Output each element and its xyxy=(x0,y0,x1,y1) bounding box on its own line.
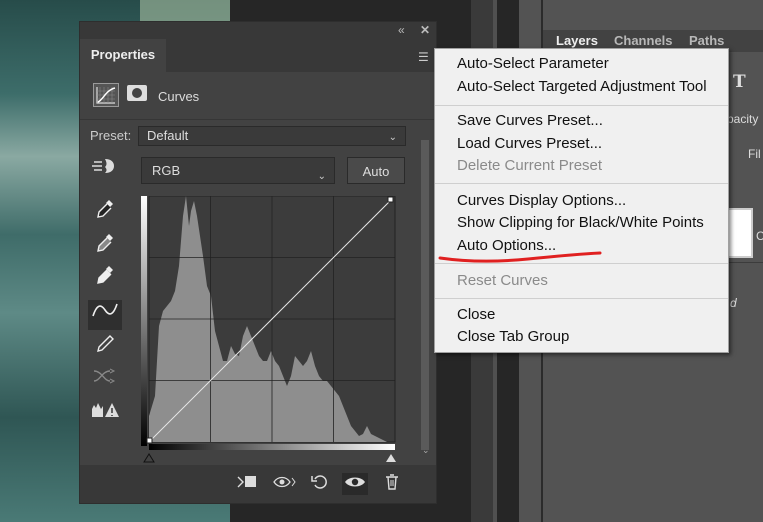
layer-mask-thumbnail[interactable] xyxy=(727,208,753,258)
white-input-slider[interactable] xyxy=(386,454,396,462)
black-point-handle[interactable] xyxy=(146,437,153,444)
scroll-thumb[interactable] xyxy=(421,140,429,450)
fill-label: Fil xyxy=(748,147,761,161)
panel-topbar[interactable] xyxy=(80,22,436,39)
input-gradient xyxy=(149,444,395,450)
menu-separator xyxy=(435,183,728,184)
black-input-slider[interactable] xyxy=(143,453,155,463)
panel-context-menu: Auto-Select Parameter Auto-Select Target… xyxy=(434,48,729,353)
white-eyedropper-icon[interactable] xyxy=(88,264,122,294)
opacity-label: pacity xyxy=(727,112,759,126)
annotation-underline xyxy=(438,251,602,263)
adjustment-name: Curves xyxy=(158,89,200,104)
menu-item-close[interactable]: Close xyxy=(457,306,495,323)
tab-properties[interactable]: Properties xyxy=(80,39,166,72)
properties-panel: « ✕ Properties ☰ Curves Preset: Default … xyxy=(79,21,437,504)
menu-item-show-clipping[interactable]: Show Clipping for Black/White Points xyxy=(457,214,704,231)
smooth-curve-icon[interactable] xyxy=(88,366,122,396)
preset-label: Preset: xyxy=(90,128,132,143)
menu-item-auto-select-parameter[interactable]: Auto-Select Parameter xyxy=(457,55,609,72)
preset-value: Default xyxy=(147,128,189,143)
view-previous-icon[interactable] xyxy=(272,473,298,495)
close-icon[interactable]: ✕ xyxy=(420,23,430,37)
curve-points-icon[interactable] xyxy=(88,300,122,330)
tab-layers[interactable]: Layers xyxy=(556,33,598,48)
gray-eyedropper-icon[interactable] xyxy=(88,232,122,262)
hamburger-menu-icon[interactable]: ☰ xyxy=(418,50,429,64)
chevron-down-icon: ⌄ xyxy=(317,171,326,182)
tab-channels[interactable]: Channels xyxy=(614,33,673,48)
preset-select[interactable]: Default ⌄ xyxy=(138,126,406,146)
mask-icon[interactable] xyxy=(127,85,147,101)
menu-item-reset-curves: Reset Curves xyxy=(457,272,548,289)
white-point-handle[interactable] xyxy=(387,196,394,203)
clip-to-layer-icon[interactable] xyxy=(234,473,260,495)
curves-graph[interactable] xyxy=(141,196,397,480)
menu-item-save-preset[interactable]: Save Curves Preset... xyxy=(457,112,603,129)
output-gradient xyxy=(141,196,147,446)
panel-scrollbar[interactable] xyxy=(418,140,432,475)
menu-item-delete-preset: Delete Current Preset xyxy=(457,157,603,174)
menu-item-close-tab-group[interactable]: Close Tab Group xyxy=(457,328,569,345)
black-eyedropper-icon[interactable] xyxy=(88,198,122,228)
trash-icon[interactable] xyxy=(379,473,405,495)
menu-separator xyxy=(435,105,728,106)
clipping-warning-icon[interactable] xyxy=(88,400,122,430)
type-filter-icon[interactable]: T xyxy=(733,72,746,92)
layer-name-partial: C xyxy=(756,229,763,243)
tab-paths[interactable]: Paths xyxy=(689,33,724,48)
menu-separator xyxy=(435,298,728,299)
channel-select[interactable]: RGB ⌄ xyxy=(141,157,335,184)
on-image-adjust-icon[interactable] xyxy=(88,156,122,186)
menu-item-load-preset[interactable]: Load Curves Preset... xyxy=(457,135,602,152)
pencil-icon[interactable] xyxy=(88,334,122,364)
channel-value: RGB xyxy=(152,163,181,178)
chevron-down-icon: ⌄ xyxy=(388,132,397,143)
layer-name-partial-2: d xyxy=(730,296,737,310)
reset-icon[interactable] xyxy=(307,473,333,495)
curves-adjustment-icon[interactable] xyxy=(93,83,119,107)
auto-button[interactable]: Auto xyxy=(347,157,405,184)
layer-divider xyxy=(727,262,763,263)
panel-bottom-bar xyxy=(80,465,436,503)
menu-item-auto-select-targeted-tool[interactable]: Auto-Select Targeted Adjustment Tool xyxy=(457,78,707,95)
visibility-eye-icon[interactable] xyxy=(342,473,368,495)
divider xyxy=(80,119,436,120)
menu-item-display-options[interactable]: Curves Display Options... xyxy=(457,192,626,209)
scroll-down-icon[interactable]: ⌄ xyxy=(422,445,430,456)
double-chevron-icon[interactable]: « xyxy=(398,23,405,37)
